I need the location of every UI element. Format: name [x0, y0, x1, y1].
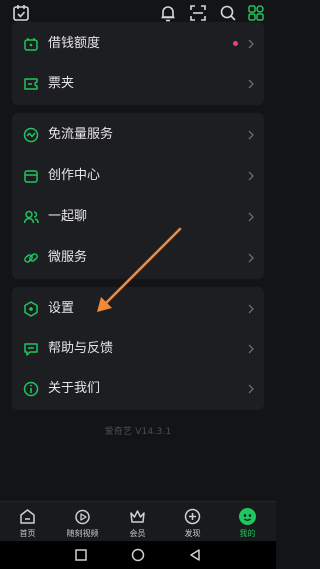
profile-icon: [239, 508, 256, 525]
chevron-right-icon: [248, 39, 254, 49]
menu-item-help[interactable]: 帮助与反馈: [12, 329, 264, 369]
menu-item-label: 设置: [48, 301, 75, 316]
info-icon: [23, 381, 39, 397]
settings-hexagon-icon: [24, 301, 38, 317]
more-grid-icon[interactable]: [246, 3, 266, 23]
tab-discover[interactable]: 发现: [165, 502, 220, 542]
chevron-right-icon: [248, 253, 254, 263]
chevron-right-icon: [248, 384, 254, 394]
menu-item-micro[interactable]: 微服务: [12, 238, 264, 278]
home-icon: [20, 509, 35, 524]
notification-dot: [233, 41, 238, 46]
feedback-icon: [24, 343, 38, 356]
plus-circle-icon: [184, 508, 201, 525]
tab-mine[interactable]: 我的: [220, 502, 275, 542]
tab-label: 首页: [19, 529, 36, 538]
menu-item-label: 关于我们: [48, 381, 101, 396]
bell-icon[interactable]: [158, 3, 178, 23]
services-card: 免流量服务 创作中心 一起聊 微服务: [12, 113, 264, 279]
menu-item-label: 一起聊: [48, 209, 88, 224]
menu-item-label: 创作中心: [48, 168, 101, 183]
creator-icon: [24, 170, 38, 183]
tab-label: 发现: [184, 529, 201, 538]
tab-label: 随刻视频: [66, 529, 99, 538]
menu-item-settings[interactable]: 设置: [12, 289, 264, 329]
menu-item-free-data[interactable]: 免流量服务: [12, 115, 264, 155]
play-icon: [75, 509, 90, 525]
settings-card: 设置 帮助与反馈 关于我们: [12, 287, 264, 410]
tab-label: 我的: [239, 529, 256, 538]
chevron-right-icon: [248, 171, 254, 181]
menu-item-creator[interactable]: 创作中心: [12, 156, 264, 196]
tab-label: 会员: [129, 529, 146, 538]
menu-item-label: 免流量服务: [48, 127, 114, 142]
menu-item-label: 微服务: [48, 250, 88, 265]
menu-item-label: 帮助与反馈: [48, 341, 114, 356]
menu-item-chat[interactable]: 一起聊: [12, 197, 264, 237]
version-label: 爱奇艺 V14.3.1: [104, 427, 172, 437]
finance-card: 借钱额度 票夹: [12, 22, 264, 105]
search-icon[interactable]: [218, 3, 238, 23]
home-button-icon[interactable]: [130, 547, 146, 563]
menu-item-tickets[interactable]: 票夹: [12, 64, 264, 104]
menu-item-label: 借钱额度: [48, 36, 101, 51]
chevron-right-icon: [248, 212, 254, 222]
calendar-check-icon[interactable]: [11, 3, 31, 23]
chat-people-icon: [23, 210, 39, 224]
bottom-tab-bar: 首页 随刻视频 会员 发现 我的: [0, 501, 276, 541]
chevron-right-icon: [248, 130, 254, 140]
menu-item-about[interactable]: 关于我们: [12, 369, 264, 409]
tab-vip[interactable]: 会员: [110, 502, 165, 542]
ticket-icon: [24, 78, 38, 90]
menu-item-label: 票夹: [48, 76, 75, 91]
wallet-icon: [24, 38, 38, 51]
link-icon: [24, 253, 38, 263]
chevron-right-icon: [248, 79, 254, 89]
crown-icon: [130, 510, 145, 523]
recent-apps-icon[interactable]: [73, 547, 89, 563]
chevron-right-icon: [248, 304, 254, 314]
scan-icon[interactable]: [188, 3, 208, 23]
tab-suike-video[interactable]: 随刻视频: [55, 502, 110, 542]
data-flow-icon: [23, 127, 39, 143]
system-nav-bar: [0, 541, 276, 569]
tab-home[interactable]: 首页: [0, 502, 55, 542]
chevron-right-icon: [248, 344, 254, 354]
menu-item-borrow[interactable]: 借钱额度: [12, 24, 264, 64]
back-icon[interactable]: [187, 547, 203, 563]
